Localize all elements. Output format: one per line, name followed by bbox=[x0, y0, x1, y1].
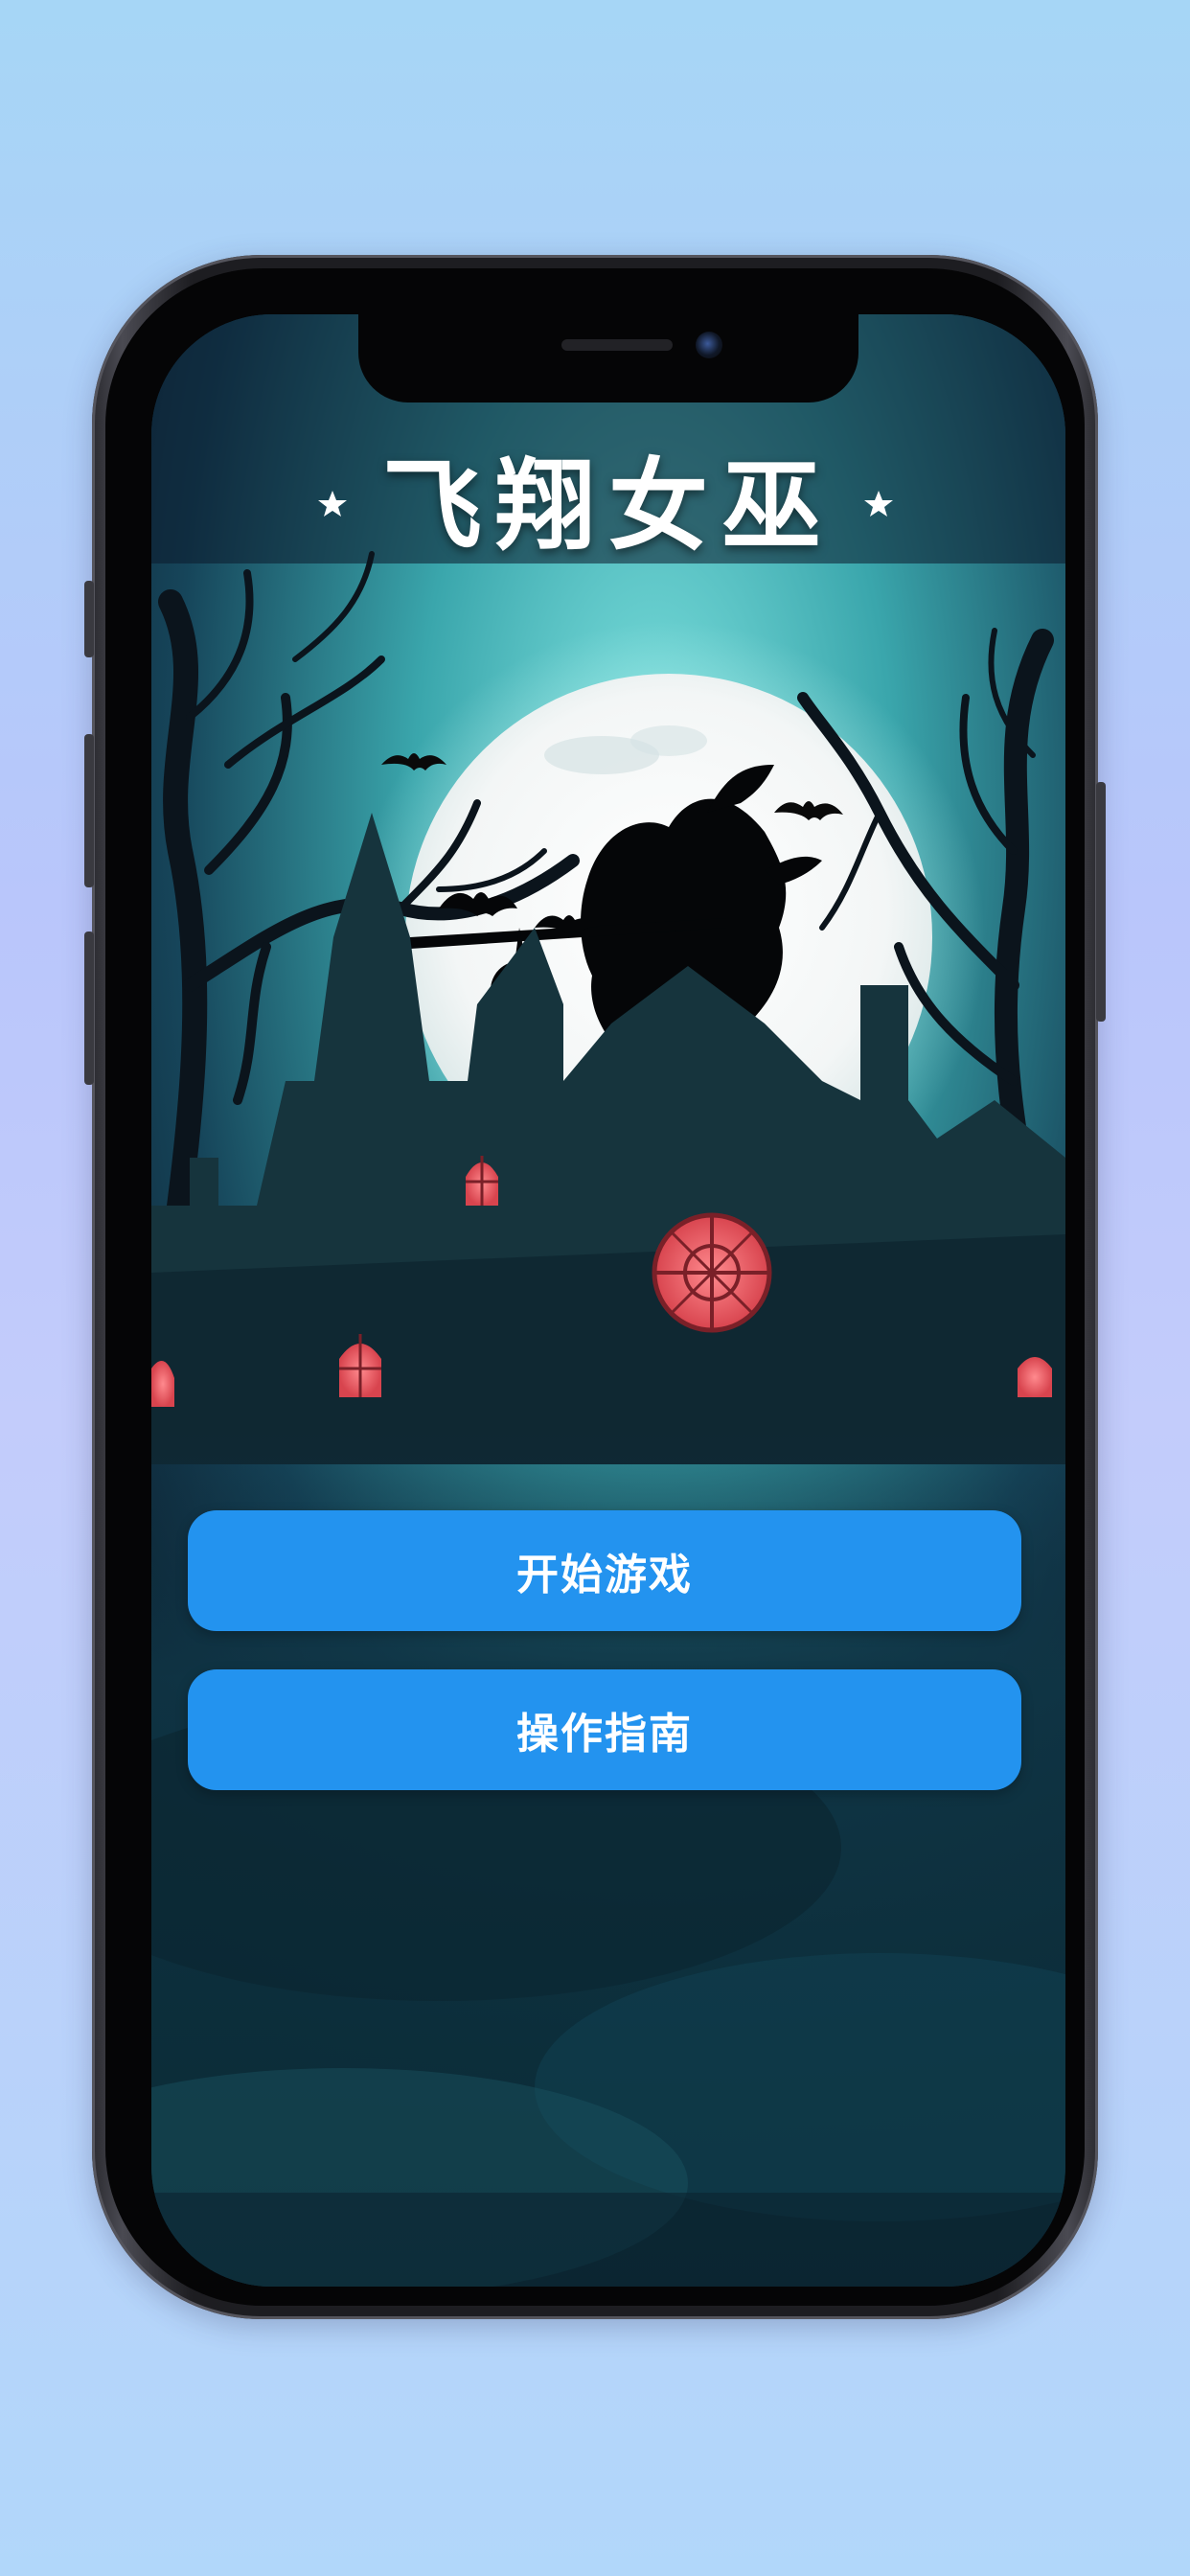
bezel: 飞翔女巫 开始游戏 操作指南 bbox=[105, 268, 1085, 2306]
front-camera bbox=[696, 332, 722, 358]
start-game-button[interactable]: 开始游戏 bbox=[188, 1510, 1021, 1631]
silent-switch bbox=[84, 581, 94, 657]
speaker-grille bbox=[561, 339, 673, 351]
halloween-background bbox=[151, 314, 1065, 2287]
guide-button[interactable]: 操作指南 bbox=[188, 1669, 1021, 1790]
game-title: 飞翔女巫 bbox=[381, 448, 835, 564]
game-screen: 飞翔女巫 开始游戏 操作指南 bbox=[151, 314, 1065, 2287]
power-button bbox=[1096, 782, 1106, 1022]
volume-down-button bbox=[84, 932, 94, 1085]
phone-frame: 飞翔女巫 开始游戏 操作指南 bbox=[84, 255, 1106, 2319]
volume-up-button bbox=[84, 734, 94, 887]
notch bbox=[358, 314, 858, 402]
